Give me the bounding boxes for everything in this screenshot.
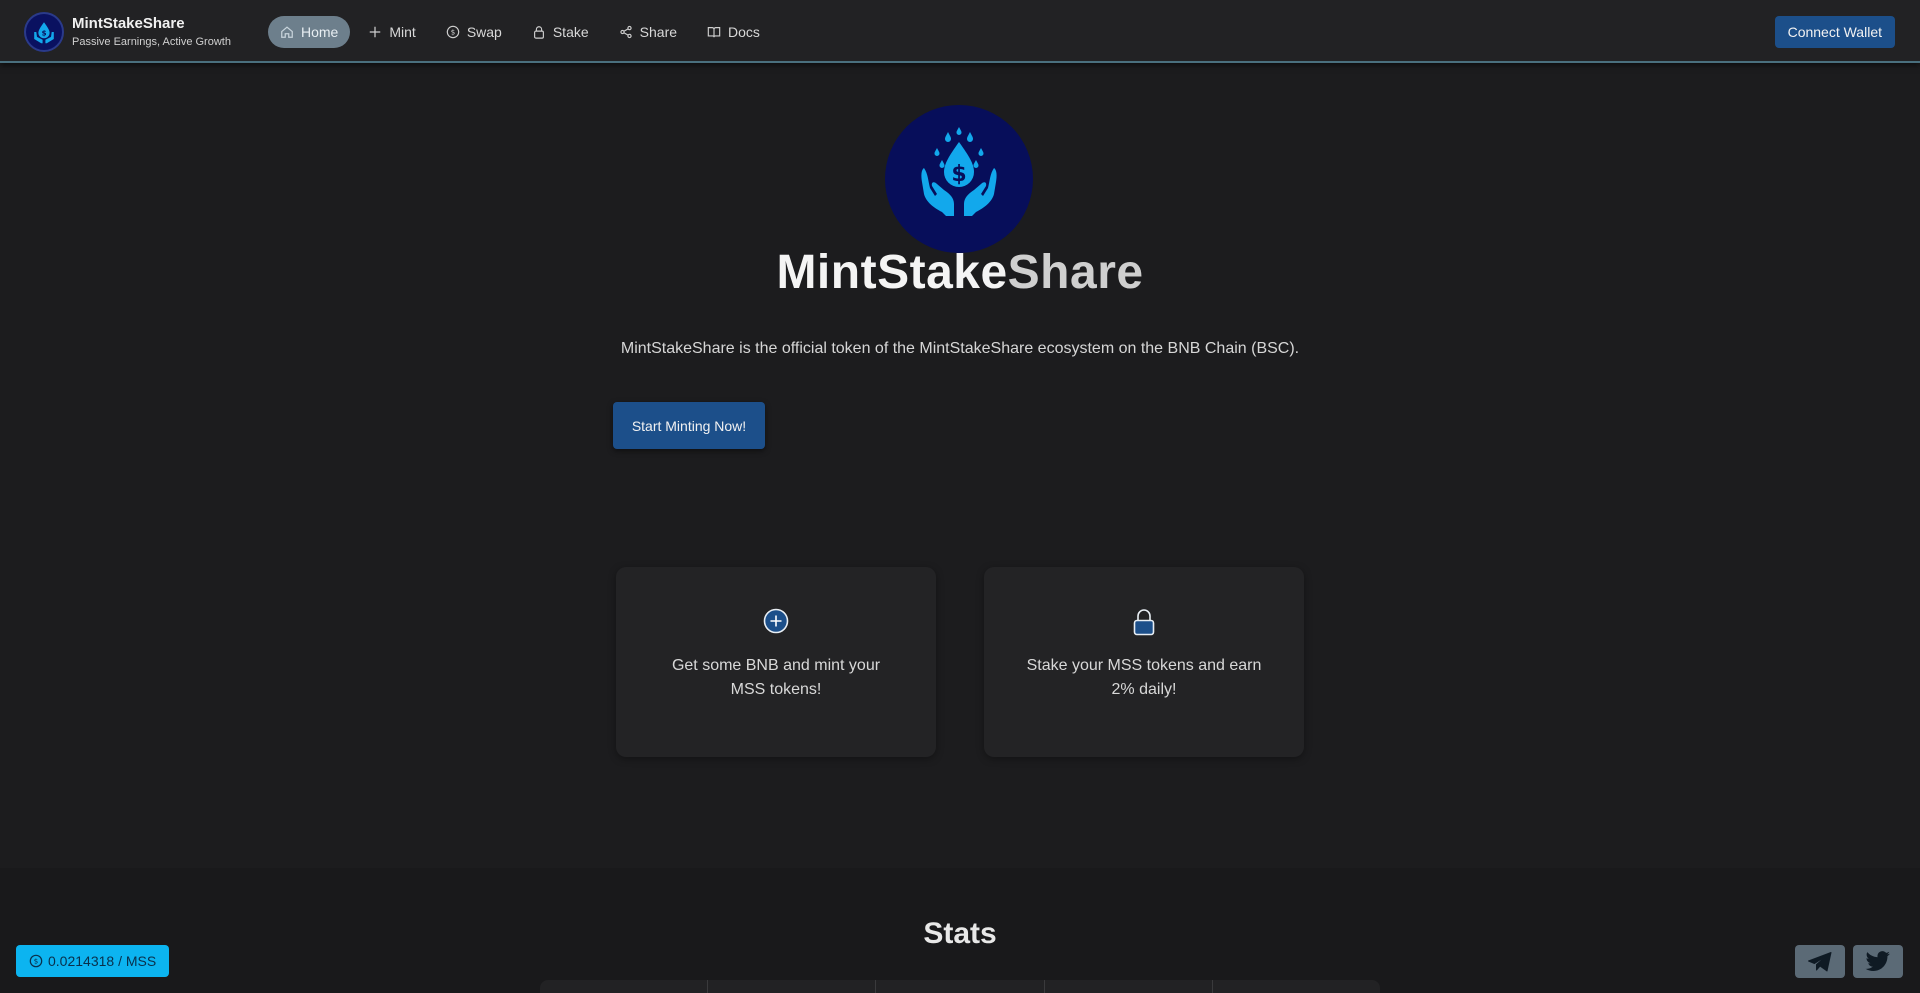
feature-card-stake: Stake your MSS tokens and earn 2% daily!: [984, 567, 1304, 757]
telegram-icon: [1808, 951, 1832, 971]
book-icon: [707, 27, 721, 38]
svg-text:$: $: [451, 29, 455, 37]
twitter-icon: [1865, 950, 1890, 971]
nav-swap[interactable]: $ Swap: [434, 16, 514, 48]
nav-docs[interactable]: Docs: [695, 16, 772, 48]
stats-title: Stats: [923, 917, 997, 950]
stats-cell: [540, 980, 709, 993]
svg-text:$: $: [42, 30, 47, 38]
connect-wallet-button[interactable]: Connect Wallet: [1774, 16, 1895, 48]
brand-name: MintStakeShare: [72, 15, 185, 32]
price-text: 0.0214318 / MSS: [48, 953, 157, 969]
dollar-coin-icon: $: [446, 25, 460, 39]
nav-docs-label: Docs: [728, 24, 760, 40]
start-minting-button[interactable]: Start Minting Now!: [613, 402, 765, 449]
nav-home[interactable]: Home: [268, 16, 351, 48]
lock-icon: [533, 26, 544, 39]
price-badge[interactable]: $ 0.0214318 / MSS: [16, 945, 170, 977]
nav-share-label: Share: [639, 24, 678, 40]
stats-table: [540, 980, 1380, 993]
telegram-button[interactable]: [1795, 945, 1845, 978]
nav-swap-label: Swap: [466, 24, 502, 40]
hero-title-part2: Share: [1007, 246, 1144, 299]
svg-text:$: $: [34, 958, 38, 966]
stats-cell: [1213, 980, 1380, 993]
twitter-button[interactable]: [1853, 945, 1903, 978]
plus-circle-icon: [763, 608, 789, 634]
share-icon: [620, 25, 632, 39]
stats-cell: [876, 980, 1045, 993]
nav-mint-label: Mint: [389, 24, 416, 40]
brand[interactable]: $ MintStakeShare Passive Earnings, Activ…: [24, 12, 231, 52]
hero-title: MintStakeShare: [0, 245, 1920, 300]
nav-stake[interactable]: Stake: [520, 16, 601, 48]
brand-logo-icon: $: [24, 12, 64, 52]
hero-description: MintStakeShare is the official token of …: [620, 340, 1300, 357]
main-nav: Home Mint $ Swap Stake Share Docs: [268, 16, 778, 48]
nav-stake-label: Stake: [552, 24, 589, 40]
lock-icon: [1133, 609, 1155, 636]
nav-home-label: Home: [301, 24, 339, 40]
stats-cell: [1045, 980, 1213, 993]
plus-icon: [370, 26, 381, 38]
feature-card-stake-text: Stake your MSS tokens and earn 2% daily!: [1026, 657, 1262, 698]
nav-share[interactable]: Share: [607, 16, 689, 48]
brand-tagline: Passive Earnings, Active Growth: [72, 36, 231, 48]
dollar-coin-icon: $: [29, 954, 43, 968]
hero-logo-icon: $: [885, 105, 1033, 253]
svg-text:$: $: [951, 162, 966, 187]
home-icon: [281, 26, 293, 38]
top-navbar: $ MintStakeShare Passive Earnings, Activ…: [0, 0, 1920, 63]
nav-mint[interactable]: Mint: [356, 16, 427, 48]
stats-cell: [708, 980, 877, 993]
feature-card-mint-text: Get some BNB and mint your MSS tokens!: [671, 657, 881, 698]
feature-card-mint: Get some BNB and mint your MSS tokens!: [616, 567, 936, 757]
hero-title-part1: MintStake: [776, 246, 1008, 299]
